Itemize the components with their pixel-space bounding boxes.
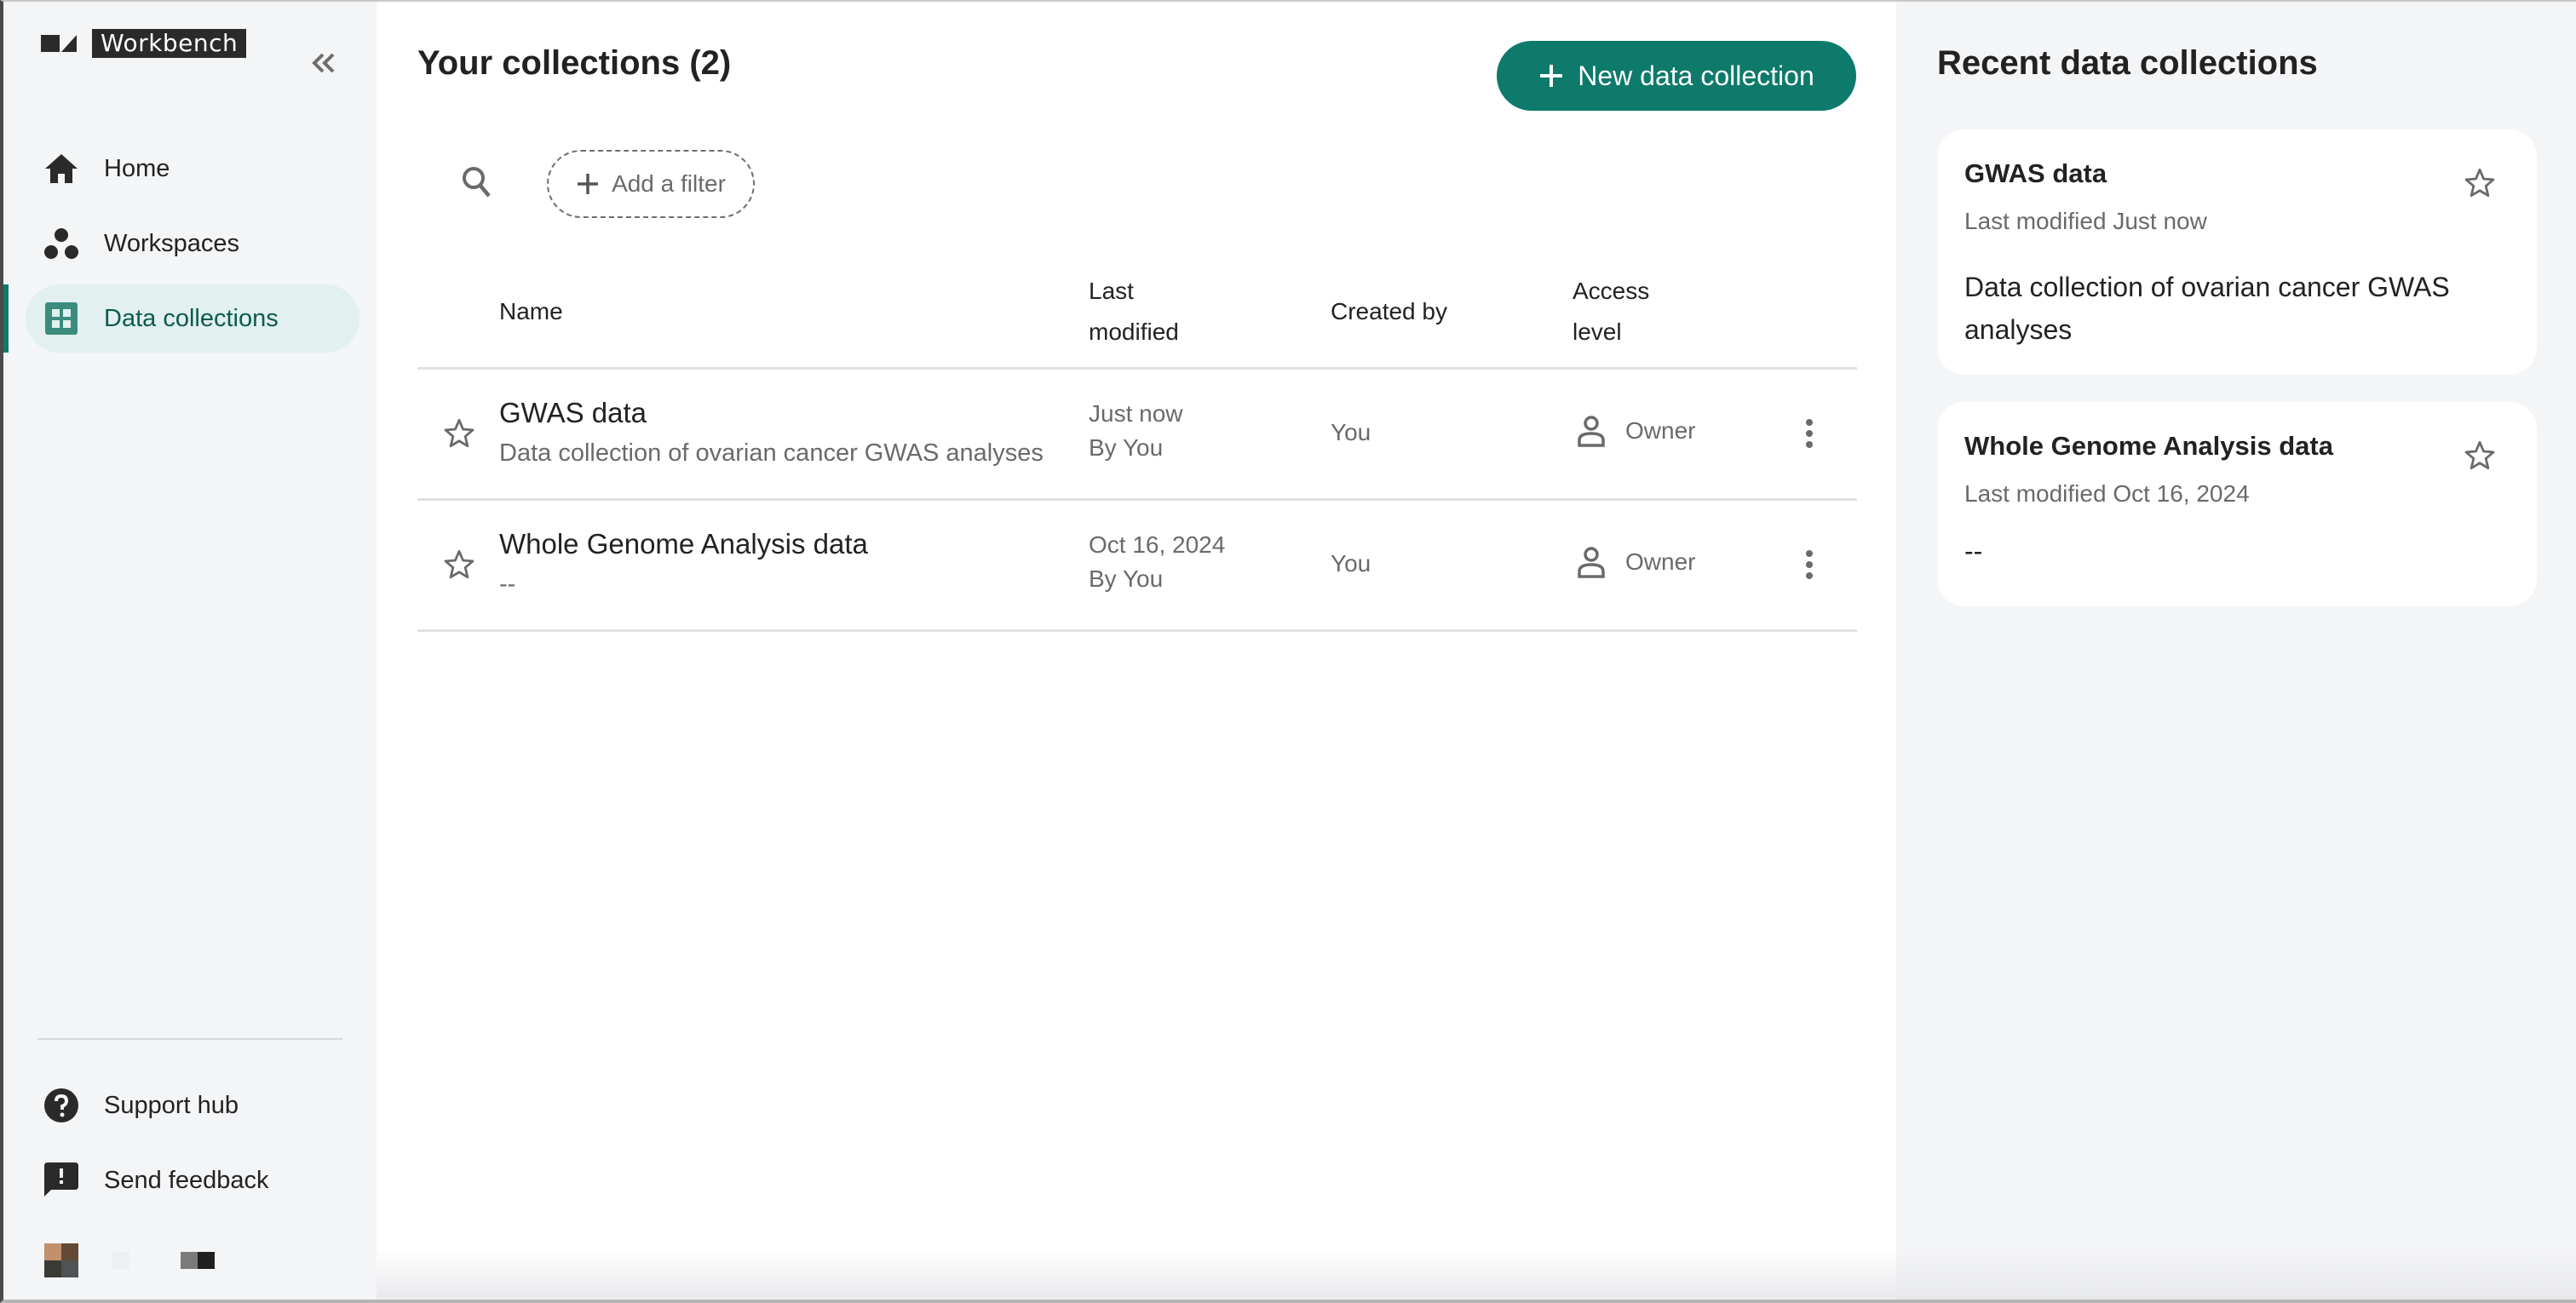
collapse-sidebar-button[interactable] (307, 46, 341, 80)
card-last-modified: Last modified Just now (1964, 208, 2207, 234)
column-header-text: level (1573, 319, 1622, 345)
user-name-redacted (112, 1252, 215, 1269)
card-title: GWAS data (1964, 158, 2107, 188)
grid-icon (43, 300, 80, 337)
card-title: Whole Genome Analysis data (1964, 431, 2333, 461)
favorite-button[interactable] (2460, 436, 2499, 475)
sidebar-bottom-nav: Support hub Send feedback (3, 1065, 377, 1221)
last-modified-by: By You (1089, 565, 1164, 592)
collection-description: Data collection of ovarian cancer GWAS a… (499, 439, 1044, 467)
plus-icon (1538, 63, 1564, 89)
sidebar-item-label: Data collections (104, 304, 279, 332)
person-icon (1573, 412, 1610, 450)
more-vertical-icon (1806, 550, 1813, 579)
add-filter-button[interactable]: Add a filter (547, 150, 755, 218)
favorite-button[interactable] (2460, 164, 2499, 203)
recent-collections-panel: Recent data collections GWAS data Last m… (1896, 2, 2576, 1300)
created-by: You (1331, 550, 1371, 577)
workspaces-icon (43, 225, 80, 262)
person-icon (1573, 543, 1610, 581)
plus-icon (576, 172, 600, 196)
created-by: You (1331, 419, 1371, 445)
sidebar-item-data-collections[interactable]: Data collections (3, 284, 359, 353)
card-last-modified: Last modified Oct 16, 2024 (1964, 480, 2250, 507)
recent-collection-card[interactable]: GWAS data Last modified Just now Data co… (1937, 129, 2537, 375)
new-data-collection-button[interactable]: New data collection (1497, 41, 1856, 111)
sidebar-item-support-hub[interactable]: Support hub (26, 1071, 359, 1139)
user-profile[interactable] (44, 1243, 215, 1277)
main-nav: Home Workspaces Data collections (3, 128, 377, 359)
sidebar-item-send-feedback[interactable]: Send feedback (26, 1146, 359, 1214)
column-header-text: modified (1089, 319, 1179, 345)
star-icon (444, 549, 474, 579)
sidebar-item-label: Support hub (104, 1091, 239, 1119)
collections-table: Name Last modified Created by Access lev… (417, 254, 1857, 632)
app-name: Workbench (92, 29, 247, 58)
nav-divider (37, 1038, 342, 1040)
star-icon (444, 418, 474, 448)
logo-mark-icon (41, 35, 77, 52)
new-data-collection-label: New data collection (1578, 60, 1814, 91)
star-icon (2464, 440, 2495, 470)
sidebar-item-home[interactable]: Home (26, 135, 359, 203)
column-header-text: Last (1089, 278, 1134, 304)
access-level: Owner (1573, 543, 1695, 581)
collection-name-link[interactable]: GWAS data (499, 397, 647, 429)
home-icon (43, 150, 80, 187)
star-icon (2464, 168, 2495, 198)
feedback-icon (43, 1162, 80, 1199)
column-header-created-by[interactable]: Created by (1331, 291, 1447, 332)
table-header: Name Last modified Created by Access lev… (417, 254, 1857, 370)
table-row[interactable]: Whole Genome Analysis data -- Oct 16, 20… (417, 501, 1857, 632)
recent-collection-card[interactable]: Whole Genome Analysis data Last modified… (1937, 402, 2537, 606)
search-button[interactable] (458, 164, 496, 201)
column-header-last-modified[interactable]: Last modified (1089, 271, 1225, 353)
help-circle-icon (43, 1087, 80, 1124)
collection-description: -- (499, 571, 516, 598)
add-filter-label: Add a filter (612, 170, 726, 197)
favorite-button[interactable] (440, 414, 479, 453)
sidebar-item-workspaces[interactable]: Workspaces (26, 210, 359, 278)
column-header-access-level[interactable]: Access level (1573, 271, 1692, 353)
row-actions-menu-button[interactable] (1791, 543, 1828, 586)
access-level-text: Owner (1625, 417, 1696, 444)
main-content: Your collections (2) New data collection… (377, 2, 1896, 1300)
column-header-text: Access (1573, 278, 1650, 304)
last-modified-date: Just now (1089, 400, 1183, 427)
bottom-shadow (1896, 1248, 2576, 1300)
column-header-name[interactable]: Name (499, 291, 563, 332)
sidebar: Workbench Home Workspaces Data collectio… (3, 2, 377, 1300)
recent-collections-title: Recent data collections (1937, 44, 2318, 82)
sidebar-item-label: Workspaces (104, 229, 240, 257)
row-actions-menu-button[interactable] (1791, 412, 1828, 455)
page-title: Your collections (2) (417, 44, 732, 82)
last-modified-date: Oct 16, 2024 (1089, 531, 1226, 558)
double-chevron-left-icon (312, 53, 335, 73)
last-modified-by: By You (1089, 434, 1164, 461)
access-level: Owner (1573, 412, 1695, 450)
collection-name-link[interactable]: Whole Genome Analysis data (499, 528, 868, 560)
card-description: Data collection of ovarian cancer GWAS a… (1964, 272, 2450, 345)
more-vertical-icon (1806, 419, 1813, 448)
access-level-text: Owner (1625, 548, 1696, 575)
favorite-button[interactable] (440, 545, 479, 584)
sidebar-item-label: Send feedback (104, 1166, 269, 1194)
search-icon (463, 167, 491, 198)
avatar (44, 1243, 78, 1277)
bottom-shadow (377, 1248, 1896, 1300)
table-row[interactable]: GWAS data Data collection of ovarian can… (417, 370, 1857, 501)
sidebar-item-label: Home (104, 154, 170, 182)
card-description: -- (1964, 536, 1983, 566)
app-logo[interactable]: Workbench (41, 29, 247, 58)
